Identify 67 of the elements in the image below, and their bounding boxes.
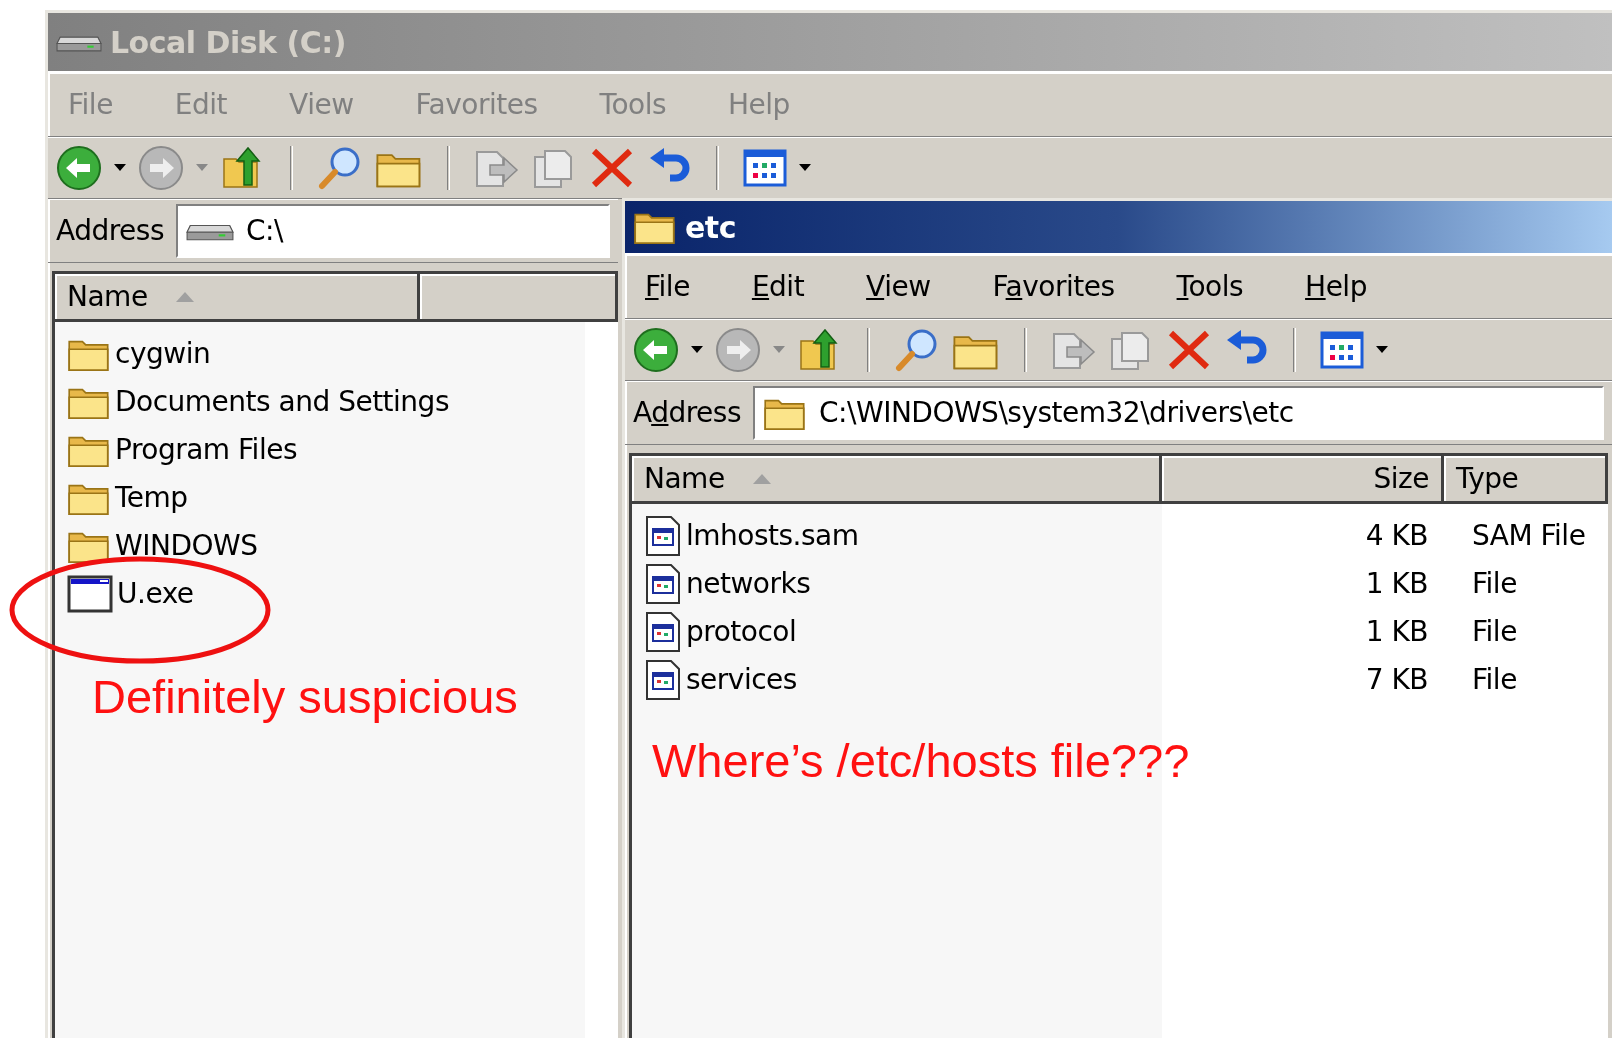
file-type: File bbox=[1471, 566, 1517, 602]
file-type: File bbox=[1471, 614, 1517, 650]
sort-up-icon bbox=[175, 291, 194, 302]
back-icon[interactable] bbox=[56, 145, 102, 191]
file-name: cygwin bbox=[115, 336, 211, 372]
file-name: networks bbox=[686, 566, 811, 602]
forward-icon[interactable] bbox=[138, 145, 184, 191]
file-row[interactable]: lmhosts.sam 4 KB SAM File bbox=[632, 512, 1608, 560]
document-icon bbox=[644, 515, 682, 557]
file-name: services bbox=[686, 662, 797, 698]
forward-icon[interactable] bbox=[715, 327, 761, 373]
file-size: 1 KB bbox=[1364, 614, 1429, 650]
file-row[interactable]: WINDOWS bbox=[55, 522, 618, 570]
file-row[interactable]: Program Files bbox=[55, 426, 618, 474]
caret-icon[interactable] bbox=[1376, 346, 1388, 354]
file-type: File bbox=[1471, 662, 1517, 698]
views-icon[interactable] bbox=[1320, 331, 1364, 369]
document-icon bbox=[644, 611, 682, 653]
file-name: lmhosts.sam bbox=[686, 518, 859, 554]
file-row[interactable]: Temp bbox=[55, 474, 618, 522]
file-name: Documents and Settings bbox=[115, 384, 449, 420]
annotation-text: Definitely suspicious bbox=[92, 669, 518, 725]
document-icon bbox=[644, 563, 682, 605]
file-name: protocol bbox=[686, 614, 797, 650]
file-type: SAM File bbox=[1471, 518, 1586, 554]
file-name: U.exe bbox=[117, 576, 194, 612]
sort-up-icon bbox=[752, 473, 771, 484]
back-icon[interactable] bbox=[633, 327, 679, 373]
menu-item[interactable]: File bbox=[637, 266, 698, 308]
column-header[interactable] bbox=[419, 274, 618, 319]
address-label[interactable]: Address bbox=[633, 392, 746, 434]
document-icon bbox=[644, 659, 682, 701]
column-header[interactable]: Type bbox=[1444, 456, 1608, 501]
address-label[interactable]: Address bbox=[56, 210, 168, 252]
file-row[interactable]: networks 1 KB File bbox=[632, 560, 1608, 608]
file-row[interactable]: protocol 1 KB File bbox=[632, 608, 1608, 656]
file-row[interactable]: cygwin bbox=[55, 330, 618, 378]
caret-icon[interactable] bbox=[799, 164, 811, 172]
menu-item[interactable]: Favorites bbox=[984, 266, 1123, 308]
file-name: Temp bbox=[115, 480, 188, 516]
caret-icon[interactable] bbox=[114, 164, 126, 172]
file-row[interactable]: Documents and Settings bbox=[55, 378, 618, 426]
window-title: etc bbox=[685, 208, 736, 247]
column-header[interactable]: Name bbox=[632, 456, 1162, 501]
delete-icon[interactable] bbox=[590, 147, 634, 189]
file-size: 7 KB bbox=[1364, 662, 1429, 698]
file-name: WINDOWS bbox=[115, 528, 258, 564]
views-icon[interactable] bbox=[743, 149, 787, 187]
file-size: 4 KB bbox=[1364, 518, 1429, 554]
file-row[interactable]: U.exe bbox=[55, 570, 618, 618]
annotation-text: Where’s /etc/hosts file??? bbox=[652, 733, 1190, 789]
column-header[interactable]: Size bbox=[1162, 456, 1444, 501]
address-text: C:\ bbox=[246, 213, 283, 249]
file-name: Program Files bbox=[115, 432, 297, 468]
address-text: C:\WINDOWS\system32\drivers\etc bbox=[819, 395, 1294, 431]
file-row[interactable]: services 7 KB File bbox=[632, 656, 1608, 704]
menu-item[interactable]: Help bbox=[1297, 266, 1375, 308]
application-window-icon bbox=[67, 575, 113, 613]
file-size: 1 KB bbox=[1364, 566, 1429, 602]
menu-item[interactable]: Tools bbox=[1168, 266, 1252, 308]
address-field[interactable]: C:\WINDOWS\system32\drivers\etc bbox=[753, 386, 1604, 440]
caret-icon[interactable] bbox=[691, 346, 703, 354]
window-title: Local Disk (C:) bbox=[110, 23, 346, 62]
menu-item[interactable]: Edit bbox=[743, 266, 813, 308]
address-field[interactable]: C:\ bbox=[176, 204, 610, 258]
delete-icon[interactable] bbox=[1167, 329, 1211, 371]
menu-item[interactable]: View bbox=[858, 266, 939, 308]
